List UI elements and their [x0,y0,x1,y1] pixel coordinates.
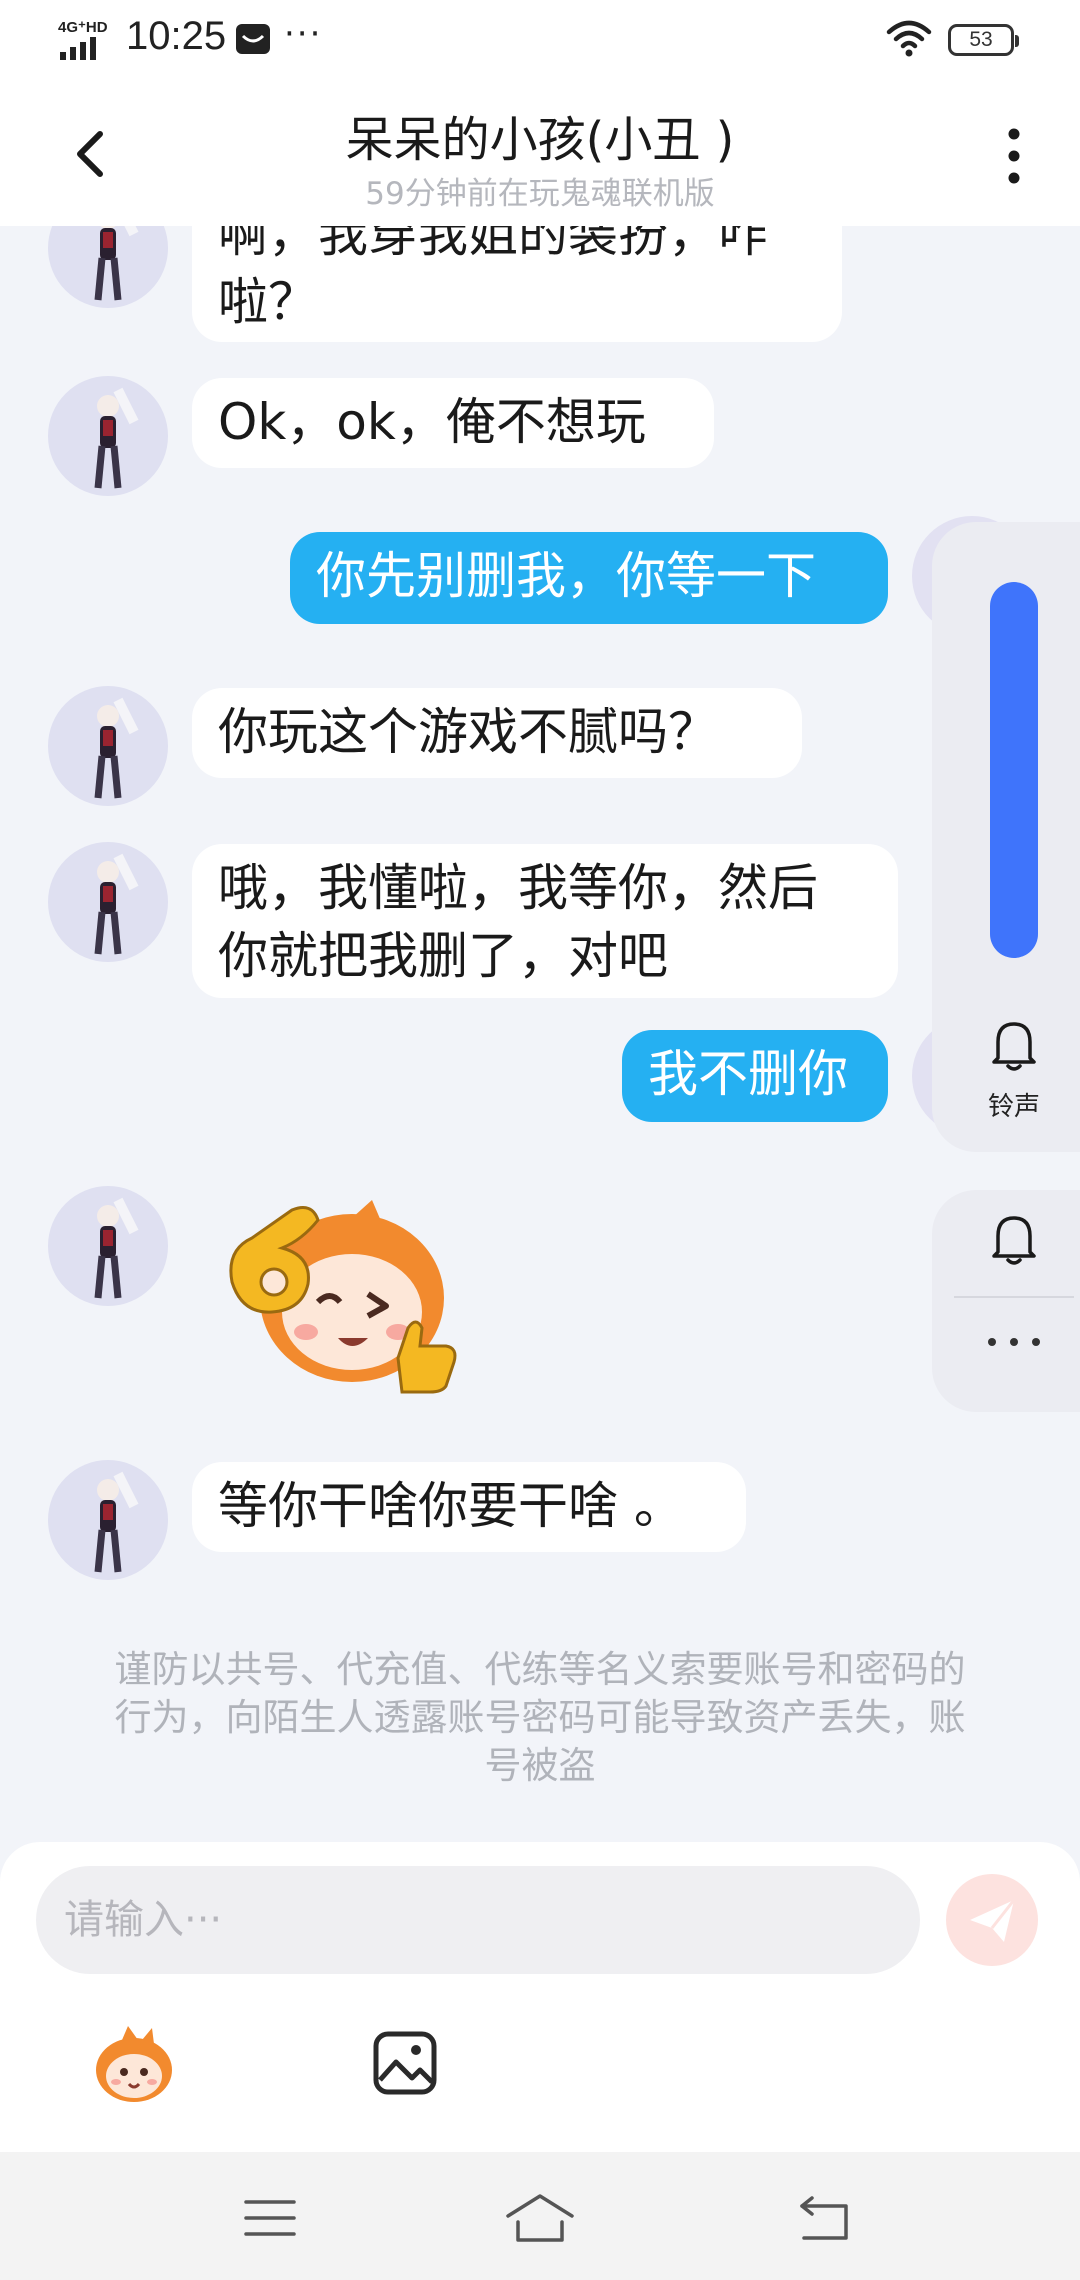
message-bubble[interactable]: 哦，我懂啦，我等你，然后 你就把我删了，对吧 [192,844,898,998]
message-line: 你玩这个游戏不腻吗？ [218,703,718,761]
bell-icon[interactable] [988,1210,1040,1268]
status-more-dots: ··· [284,14,323,54]
signal-icon [60,37,96,60]
message-line: Ok，ok，俺不想玩 [218,393,646,451]
message-list: 啊，我穿我姐的装扮，咋 啦？ Ok，ok，俺不想玩 你先别删我，你等一下 你玩这… [0,226,1080,1842]
character-avatar-icon [94,697,139,799]
character-avatar-icon [94,226,139,301]
character-avatar-icon [94,1471,139,1573]
message-line: 啦？ [218,273,318,331]
wifi-icon [886,20,932,57]
chat-title: 呆呆的小孩(小丑 ) [345,112,735,168]
send-button[interactable] [946,1874,1038,1966]
home-icon[interactable] [504,2192,576,2244]
message-input[interactable]: 请输入··· [36,1866,920,1974]
message-line: 等你干啥你要干啥 。 [218,1477,684,1535]
ringtone-label[interactable]: 铃声 [960,1086,1068,1123]
panel-divider [954,1296,1074,1298]
contact-avatar[interactable] [48,1186,168,1306]
emoji-mascot-icon[interactable] [92,2022,176,2106]
message-line: 你就把我删了，对吧 [218,927,668,985]
contact-avatar[interactable] [48,842,168,962]
notification-message-icon [236,24,270,54]
network-label: 4G⁺HD [58,19,108,36]
system-nav-bar [0,2152,1080,2280]
my-message-bubble[interactable]: 我不删你 [622,1030,888,1122]
network-indicator: 4G⁺HD [58,18,116,62]
image-icon[interactable] [372,2030,438,2096]
composer: 请输入··· [0,1842,1080,2152]
back-icon[interactable] [798,2194,850,2242]
menu-icon[interactable] [244,2198,296,2238]
message-bubble[interactable]: Ok，ok，俺不想玩 [192,378,714,468]
safety-notice: 谨防以共号、代充值、代练等名义索要账号和密码的行为，向陌生人透露账号密码可能导致… [114,1648,966,1787]
contact-avatar[interactable] [48,226,168,308]
message-bubble[interactable]: 等你干啥你要干啥 。 [192,1462,746,1552]
contact-avatar[interactable] [48,376,168,496]
status-time: 10:25 [126,14,227,58]
my-message-bubble[interactable]: 你先别删我，你等一下 [290,532,888,624]
message-line: 哦，我懂啦，我等你，然后 [218,859,818,917]
message-line: 你先别删我，你等一下 [316,547,816,605]
more-vertical-icon[interactable] [994,124,1034,188]
message-line: 啊，我穿我姐的装扮，咋 [218,226,768,263]
message-line: 我不删你 [648,1045,848,1103]
character-avatar-icon [94,853,139,955]
contact-avatar[interactable] [48,1460,168,1580]
contact-avatar[interactable] [48,686,168,806]
chat-subtitle: 59分钟前在玩鬼魂联机版 [365,176,715,212]
more-horizontal-icon[interactable] [984,1336,1044,1348]
status-bar: 4G⁺HD 10:25 ··· 53 [0,0,1080,84]
character-avatar-icon [94,1197,139,1299]
bell-icon[interactable] [988,1016,1040,1074]
message-bubble[interactable]: 啊，我穿我姐的装扮，咋 啦？ [192,226,842,342]
send-icon [970,1899,1016,1942]
message-bubble[interactable]: 你玩这个游戏不腻吗？ [192,688,802,778]
battery-indicator: 53 [948,24,1019,56]
volume-slider[interactable] [990,582,1038,958]
ok-gesture-sticker-icon[interactable] [222,1198,482,1394]
character-avatar-icon [94,387,139,489]
chat-header: 呆呆的小孩(小丑 ) 59分钟前在玩鬼魂联机版 [0,84,1080,226]
